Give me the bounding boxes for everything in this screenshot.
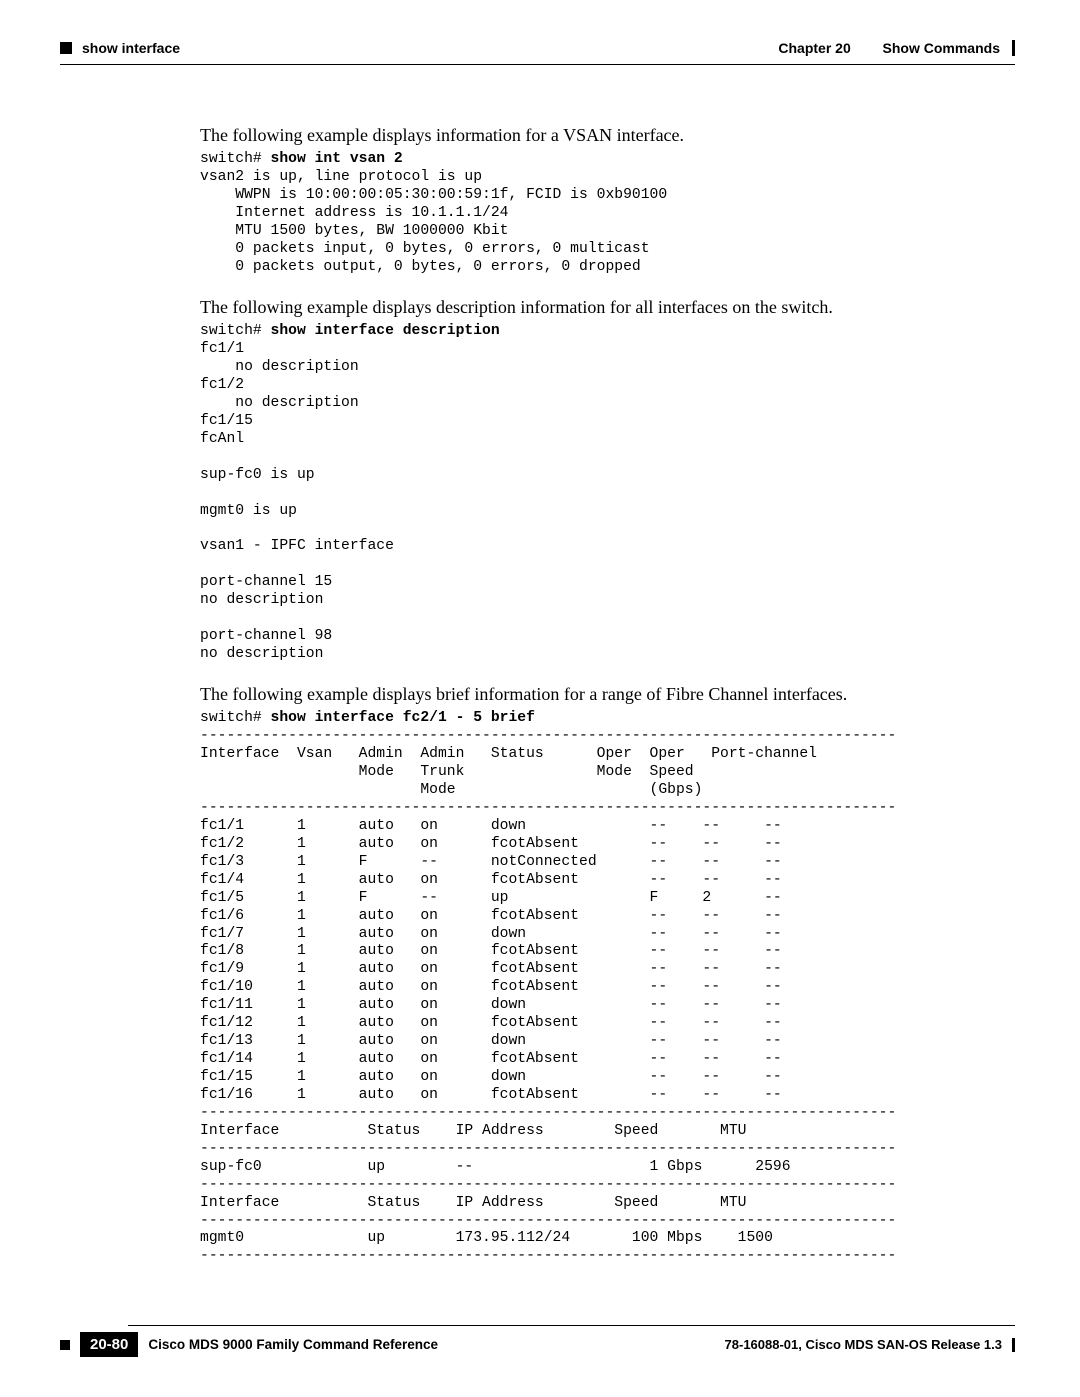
header-left-text: show interface (82, 40, 180, 56)
cli-output: ----------------------------------------… (200, 728, 896, 1264)
main-content: The following example displays informati… (200, 115, 980, 1284)
cli-command: show interface fc2/1 - 5 brief (271, 710, 535, 726)
page-number: 20-80 (80, 1332, 138, 1357)
footer-bar-icon (1012, 1338, 1015, 1352)
header-chapter: Chapter 20 (778, 40, 850, 56)
cli-output: fc1/1 no description fc1/2 no descriptio… (200, 341, 394, 662)
cli-prompt: switch# (200, 151, 271, 167)
cli-block-2: switch# show interface description fc1/1… (200, 323, 980, 664)
footer-book-title: Cisco MDS 9000 Family Command Reference (148, 1337, 438, 1352)
header-left: show interface (60, 40, 180, 56)
footer-left: 20-80 Cisco MDS 9000 Family Command Refe… (60, 1332, 438, 1357)
footer-release: 78-16088-01, Cisco MDS SAN-OS Release 1.… (725, 1337, 1002, 1352)
cli-prompt: switch# (200, 710, 271, 726)
cli-block-1: switch# show int vsan 2 vsan2 is up, lin… (200, 151, 980, 277)
cli-command: show int vsan 2 (271, 151, 403, 167)
paragraph-1: The following example displays informati… (200, 123, 980, 147)
paragraph-2: The following example displays descripti… (200, 295, 980, 319)
cli-prompt: switch# (200, 323, 271, 339)
running-footer: 20-80 Cisco MDS 9000 Family Command Refe… (60, 1325, 1015, 1357)
square-bullet-icon (60, 42, 72, 54)
header-title: Show Commands (883, 40, 1000, 56)
header-bar-icon (1012, 40, 1015, 56)
footer-right: 78-16088-01, Cisco MDS SAN-OS Release 1.… (725, 1337, 1015, 1352)
header-right: Chapter 20 Show Commands (778, 40, 1015, 56)
footer-rule (128, 1325, 1015, 1326)
cli-command: show interface description (271, 323, 500, 339)
header-rule (60, 64, 1015, 65)
square-bullet-icon (60, 1340, 70, 1350)
cli-output: vsan2 is up, line protocol is up WWPN is… (200, 169, 667, 275)
cli-block-3: switch# show interface fc2/1 - 5 brief -… (200, 710, 980, 1266)
running-header: show interface Chapter 20 Show Commands (60, 40, 1015, 56)
paragraph-3: The following example displays brief inf… (200, 682, 980, 706)
